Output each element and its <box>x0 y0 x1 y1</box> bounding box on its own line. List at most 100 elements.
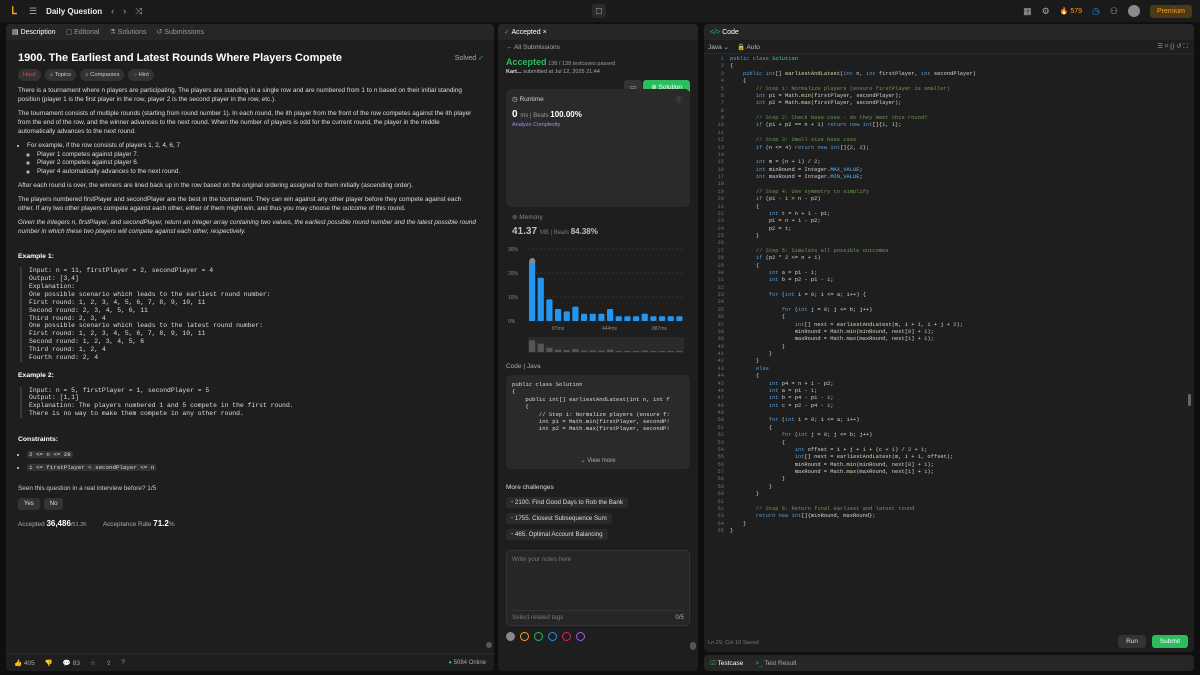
more-challenges-heading: More challenges <box>506 484 554 491</box>
submitted-code-preview: public class Solution { public int[] ear… <box>506 375 690 469</box>
timer-icon[interactable]: ◷ <box>1092 6 1100 17</box>
no-button[interactable]: No <box>43 497 64 511</box>
y-tick-label: 0% <box>508 319 516 325</box>
chart-bar[interactable] <box>615 316 622 321</box>
share-icon[interactable]: ⇪ <box>106 659 111 667</box>
layout-icon[interactable]: ▦ <box>1023 6 1032 17</box>
premium-button[interactable]: Premium <box>1149 4 1192 18</box>
runtime-value: 0 ms | Beats 100.00% <box>512 109 582 120</box>
chart-bar[interactable] <box>572 306 579 321</box>
memory-section: ⊛ Memory 41.37 MB | Beats 84.38% <box>506 207 690 243</box>
testcases-passed: 138 / 138 testcases passed <box>548 61 616 67</box>
avatar[interactable] <box>1127 5 1140 17</box>
example-sub-bullet: Player 1 competes against player 7. <box>37 151 476 160</box>
info-icon[interactable]: ⓘ <box>676 95 682 104</box>
tab-testcase[interactable]: ☑ Testcase <box>710 659 743 667</box>
minimap-bar <box>659 351 666 352</box>
tab-solutions[interactable]: ⚗ Solutions <box>109 28 146 36</box>
chart-bar[interactable] <box>659 316 666 321</box>
challenge-link[interactable]: • 1755. Closest Subsequence Sum <box>506 513 612 524</box>
settings-icon[interactable]: ⚙ <box>1042 6 1050 17</box>
scrollbar[interactable] <box>486 642 492 648</box>
difficulty-badge: Hard <box>18 68 41 82</box>
x-tick-label: 444ms <box>602 326 618 332</box>
user-position-marker <box>529 258 536 264</box>
color-purple <box>576 632 585 641</box>
streak-counter[interactable]: 🔥 579 <box>1060 7 1082 15</box>
chart-bar[interactable] <box>529 261 536 321</box>
description-paragraph: Given the integers n, firstPlayer, and s… <box>18 219 476 235</box>
chart-bar[interactable] <box>624 316 631 321</box>
help-icon[interactable]: ? <box>121 659 125 666</box>
notes-input[interactable]: Write your notes here Select related tag… <box>506 550 690 626</box>
color-gray <box>506 632 515 641</box>
prev-icon[interactable]: ‹ <box>111 6 114 16</box>
chart-bar[interactable] <box>589 313 596 321</box>
challenge-link[interactable]: • 465. Optimal Account Balancing <box>506 529 608 540</box>
companies-tag[interactable]: ⌂ Companies <box>80 68 125 82</box>
chart-bar[interactable] <box>650 316 657 321</box>
chart-bar[interactable] <box>563 311 570 321</box>
tab-code[interactable]: </> Code <box>710 29 739 36</box>
comments-button[interactable]: 💬 83 <box>63 659 80 667</box>
chart-bar[interactable] <box>555 309 562 321</box>
tab-editorial[interactable]: ▢ Editorial <box>66 28 100 36</box>
star-icon[interactable]: ☆ <box>90 659 96 667</box>
next-icon[interactable]: › <box>123 6 126 16</box>
leetcode-logo[interactable]: ᒪ <box>8 5 20 17</box>
dislike-icon[interactable]: 👎 <box>45 659 53 667</box>
hint-tag[interactable]: ◌ Hint <box>128 68 154 82</box>
minimap-bar <box>529 340 536 352</box>
editor-toolbar[interactable]: ☰ ⌑ {} ↺ ⛶ <box>1157 42 1188 51</box>
runtime-label: ◷ Runtime <box>512 96 544 103</box>
example-1-block: Input: n = 11, firstPlayer = 2, secondPl… <box>20 267 476 362</box>
chart-bar[interactable] <box>667 316 674 321</box>
minimap-bar <box>563 350 570 352</box>
like-button[interactable]: 👍 405 <box>14 659 35 667</box>
tab-test-result[interactable]: >_ Test Result <box>755 660 796 667</box>
tab-submissions[interactable]: ↺ Submissions <box>156 28 204 36</box>
challenge-link[interactable]: • 2100. Find Good Days to Rob the Bank <box>506 497 628 508</box>
minimap-bar <box>633 351 640 352</box>
chart-bar[interactable] <box>641 313 648 321</box>
yes-button[interactable]: Yes <box>18 497 40 511</box>
y-tick-label: 20% <box>508 271 519 277</box>
list-icon[interactable]: ☰ <box>29 6 37 17</box>
x-tick-label: 887ms <box>652 326 668 332</box>
scrollbar[interactable] <box>1188 394 1191 406</box>
view-more-button[interactable]: ⌄ View more <box>506 457 690 464</box>
testcase-bar: ☑ Testcase >_ Test Result <box>704 655 1194 671</box>
run-button[interactable]: Run <box>1118 635 1146 648</box>
minimap-bar <box>581 350 588 352</box>
chart-bar[interactable] <box>581 313 588 321</box>
all-submissions-link[interactable]: ← All Submissions <box>506 44 690 51</box>
notes-icon[interactable]: ☐ <box>592 4 606 18</box>
add-user-icon[interactable]: ⚇ <box>1110 6 1118 17</box>
code-text[interactable]: public class Solution { public int[] ear… <box>730 56 976 535</box>
tab-description[interactable]: ▤ Description <box>12 28 56 36</box>
related-tags[interactable]: Select related tags 0/5 <box>512 610 684 621</box>
memory-label: ⊛ Memory <box>512 214 543 221</box>
chart-bar[interactable] <box>598 313 605 321</box>
submit-button[interactable]: Submit <box>1151 635 1188 648</box>
auto-toggle[interactable]: 🔒 Auto <box>737 43 760 51</box>
runtime-card: ◷ Runtime 0 ms | Beats 100.00% Analyze C… <box>506 89 690 207</box>
shuffle-icon[interactable]: ⤨ <box>135 6 142 17</box>
chart-bar[interactable] <box>676 316 683 321</box>
note-color-picker[interactable] <box>506 632 690 641</box>
acceptance-stats: Accepted 36,486/51.2K Acceptance Rate 71… <box>18 519 175 529</box>
chart-bar[interactable] <box>537 277 544 321</box>
chart-bar[interactable] <box>633 316 640 321</box>
tab-accepted[interactable]: ✓ Accepted × <box>504 28 547 36</box>
top-bar: ᒪ ☰ Daily Question ‹ › ⤨ ☐ ▦ ⚙ 🔥 579 ◷ ⚇… <box>0 0 1200 22</box>
daily-question-title[interactable]: Daily Question <box>46 7 102 16</box>
chart-bar[interactable] <box>607 309 614 321</box>
chart-bar[interactable] <box>546 299 553 321</box>
submission-meta: Kart... submitted at Jul 12, 2025 21:44 <box>506 69 600 75</box>
scrollbar[interactable] <box>690 642 696 650</box>
topics-tag[interactable]: ⌂ Topics <box>44 68 77 82</box>
analyze-complexity-link[interactable]: Analyze Complexity <box>512 122 684 128</box>
language-select[interactable]: Java ⌄ <box>708 43 729 51</box>
example-2-heading: Example 2: <box>18 371 54 379</box>
code-editor[interactable]: 1 2 3 4 5 6 7 8 9 10 11 12 13 14 15 16 1… <box>704 54 1194 614</box>
